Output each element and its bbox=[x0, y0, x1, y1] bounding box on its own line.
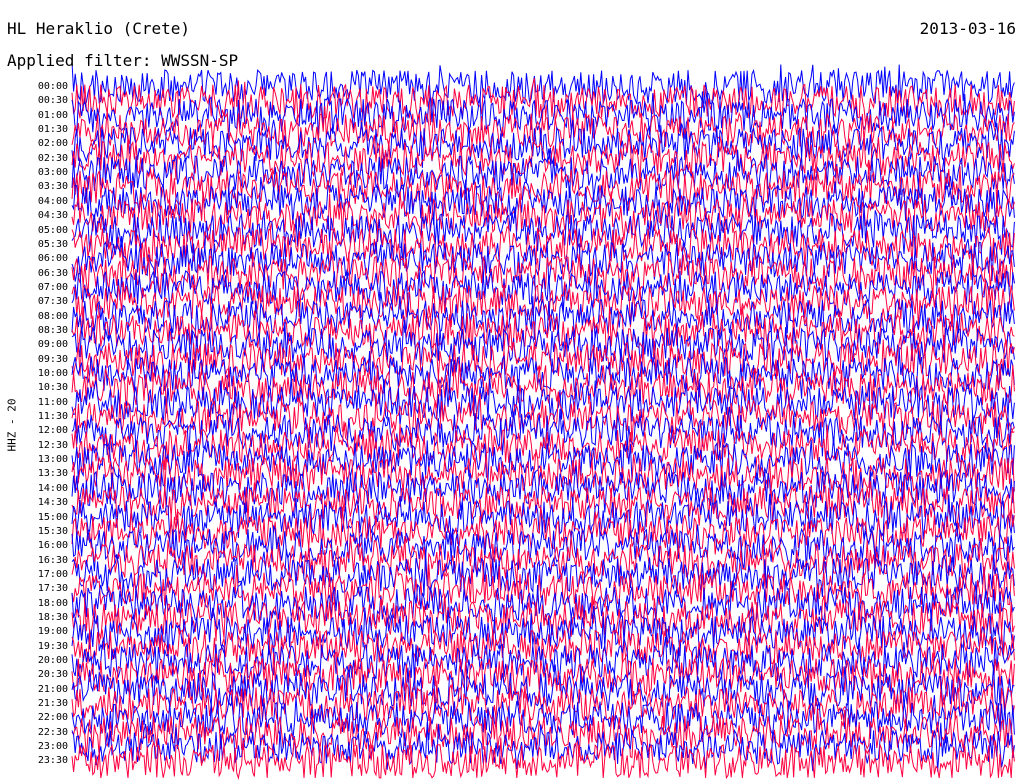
hour-label: 03:00 bbox=[37, 167, 68, 179]
hour-label: 02:00 bbox=[37, 138, 68, 150]
hour-label: 15:30 bbox=[37, 525, 68, 537]
hour-label: 22:30 bbox=[37, 726, 68, 738]
hour-label: 23:30 bbox=[37, 755, 68, 767]
hour-label: 19:30 bbox=[37, 640, 68, 652]
hour-label: 22:00 bbox=[37, 712, 68, 724]
trace-line bbox=[71, 78, 1015, 127]
hour-label: 17:30 bbox=[37, 583, 68, 595]
hour-label: 08:00 bbox=[37, 310, 68, 322]
hour-label: 13:30 bbox=[37, 468, 68, 480]
hour-label: 21:30 bbox=[37, 698, 68, 710]
hour-label: 07:30 bbox=[37, 296, 68, 308]
hour-label: 16:00 bbox=[37, 540, 68, 552]
hour-label: 10:00 bbox=[37, 368, 68, 379]
hour-label: 21:00 bbox=[37, 683, 68, 695]
hour-label: 06:30 bbox=[37, 267, 68, 279]
hour-label: 02:30 bbox=[37, 152, 68, 164]
hour-label: 14:30 bbox=[37, 497, 68, 509]
hour-label: 15:00 bbox=[37, 511, 68, 523]
hour-label: 08:30 bbox=[37, 324, 68, 336]
hour-label: 03:30 bbox=[37, 181, 68, 193]
hour-label: 23:00 bbox=[37, 741, 68, 753]
hour-label: 09:00 bbox=[37, 339, 68, 351]
hour-label: 06:00 bbox=[37, 253, 68, 265]
hour-label: 10:30 bbox=[37, 382, 68, 394]
hour-label: 14:00 bbox=[37, 482, 68, 494]
hour-label: 20:00 bbox=[37, 655, 68, 666]
channel-label: HHZ - 20 bbox=[5, 398, 19, 452]
hour-label: 09:30 bbox=[37, 353, 68, 365]
hour-label: 18:30 bbox=[37, 611, 68, 623]
hour-label: 01:30 bbox=[37, 124, 68, 136]
hour-label: 16:30 bbox=[37, 554, 68, 566]
hour-label: 07:00 bbox=[37, 281, 68, 293]
helicorder-plot bbox=[71, 62, 1015, 780]
hour-label: 18:00 bbox=[37, 597, 68, 609]
hour-labels: 00:00 00:30 01:00 01:30 02:00 02:30 03:00 03:30… bbox=[0, 0, 68, 780]
hour-label: 13:00 bbox=[37, 454, 68, 466]
hour-label: 17:00 bbox=[37, 568, 68, 580]
hour-label: 05:00 bbox=[37, 224, 68, 236]
hour-label: 20:30 bbox=[37, 669, 68, 681]
hour-label: 19:00 bbox=[37, 626, 68, 638]
hour-label: 00:30 bbox=[37, 95, 68, 107]
hour-label: 04:30 bbox=[37, 210, 68, 222]
hour-label: 05:30 bbox=[37, 238, 68, 250]
hour-label: 04:00 bbox=[37, 195, 68, 207]
hour-label: 00:00 bbox=[37, 81, 68, 92]
hour-label: 01:00 bbox=[37, 109, 68, 121]
